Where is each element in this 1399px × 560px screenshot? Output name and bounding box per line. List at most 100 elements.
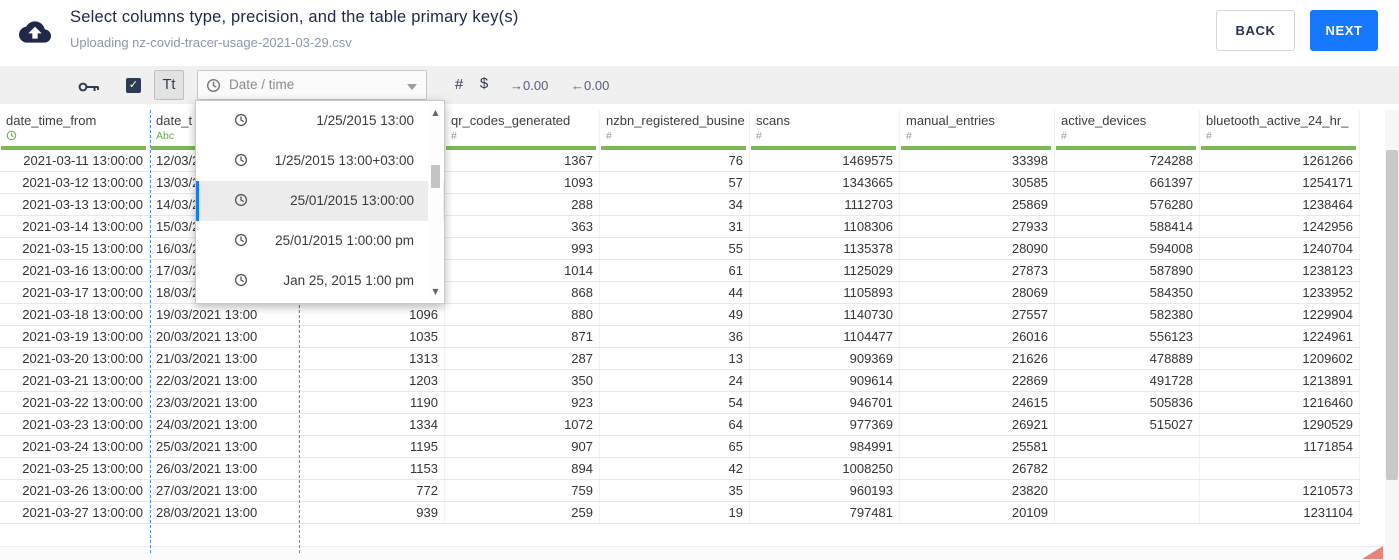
cell: 1008250 xyxy=(750,458,900,479)
cell: 28/03/2021 13:00 xyxy=(150,502,299,523)
format-option[interactable]: 1/25/2015 13:00 xyxy=(196,101,444,141)
dropdown-scrollbar-thumb[interactable] xyxy=(431,165,440,188)
column-header[interactable]: manual_entries # xyxy=(900,110,1055,150)
cell: 907 xyxy=(445,436,600,457)
column-type-select[interactable]: Date / time xyxy=(197,70,427,100)
column-header[interactable]: nzbn_registered_busine # xyxy=(600,110,750,150)
vertical-scrollbar-thumb[interactable] xyxy=(1386,150,1398,480)
cell: 1035 xyxy=(299,326,445,347)
cell: 1190 xyxy=(299,392,445,413)
column-type-marker: # xyxy=(1061,130,1067,142)
format-option[interactable]: 25/01/2015 1:00:00 pm xyxy=(196,221,444,261)
cell: 2021-03-19 13:00:00 xyxy=(0,326,150,347)
cell: 36 xyxy=(600,326,750,347)
cell: 2021-03-20 13:00:00 xyxy=(0,348,150,369)
cell: 977369 xyxy=(750,414,900,435)
column-header[interactable]: date_time_from xyxy=(0,110,150,150)
cell: 1195 xyxy=(299,436,445,457)
scroll-down-icon[interactable]: ▼ xyxy=(428,287,443,296)
cell: 909369 xyxy=(750,348,900,369)
cell: 1093 xyxy=(445,172,600,193)
cell: 31 xyxy=(600,216,750,237)
column-name: active_devices xyxy=(1061,113,1147,128)
column-header[interactable]: active_devices # xyxy=(1055,110,1200,150)
format-option-label: 25/01/2015 1:00:00 pm xyxy=(275,233,414,248)
cell: 25869 xyxy=(900,194,1055,215)
column-name: date_time_from xyxy=(6,113,97,128)
cell: 64 xyxy=(600,414,750,435)
corner-flag-icon xyxy=(1362,546,1383,559)
number-type-button[interactable]: # xyxy=(450,76,468,93)
clock-icon xyxy=(234,233,248,252)
cell: 1254171 xyxy=(1200,172,1360,193)
text-type-button[interactable]: Tt xyxy=(154,70,184,100)
column-type-marker: # xyxy=(756,130,762,142)
cell xyxy=(1055,458,1200,479)
cell: 1014 xyxy=(445,260,600,281)
dropdown-scrollbar: ▲ ▼ xyxy=(428,102,443,302)
decrease-precision-button[interactable]: ←0.00 xyxy=(571,78,609,93)
cell: 363 xyxy=(445,216,600,237)
date-format-list: 1/25/2015 13:00 1/25/2015 13:00+03:00 25/0… xyxy=(196,101,444,301)
cell: 772 xyxy=(299,480,445,501)
format-option[interactable]: 1/25/2015 13:00+03:00 xyxy=(196,141,444,181)
table-row: 2021-03-26 13:00:00 27/03/2021 13:00 772 75… xyxy=(0,480,1360,502)
cell: 939 xyxy=(299,502,445,523)
format-option-label: 1/25/2015 13:00 xyxy=(316,113,414,128)
cell: 23/03/2021 13:00 xyxy=(150,392,299,413)
include-column-checkbox[interactable] xyxy=(126,78,141,93)
next-button[interactable]: NEXT xyxy=(1310,10,1378,51)
cell: 27/03/2021 13:00 xyxy=(150,480,299,501)
cell: 1108306 xyxy=(750,216,900,237)
column-header[interactable]: bluetooth_active_24_hr_ # xyxy=(1200,110,1360,150)
cell: 984991 xyxy=(750,436,900,457)
cell: 588414 xyxy=(1055,216,1200,237)
cell: 20/03/2021 13:00 xyxy=(150,326,299,347)
cell: 20109 xyxy=(900,502,1055,523)
cell: 27933 xyxy=(900,216,1055,237)
cell: 2021-03-23 13:00:00 xyxy=(0,414,150,435)
column-header[interactable]: scans # xyxy=(750,110,900,150)
import-wizard-window: Select columns type, precision, and the … xyxy=(0,0,1399,560)
cell: 22869 xyxy=(900,370,1055,391)
column-name: nzbn_registered_busine xyxy=(606,113,745,128)
column-header[interactable]: qr_codes_generated # xyxy=(445,110,600,150)
scroll-up-icon[interactable]: ▲ xyxy=(428,108,443,117)
cell: 21626 xyxy=(900,348,1055,369)
cell: 26782 xyxy=(900,458,1055,479)
clock-icon xyxy=(234,153,248,172)
cell: 13 xyxy=(600,348,750,369)
cell: 19/03/2021 13:00 xyxy=(150,304,299,325)
cell: 2021-03-22 13:00:00 xyxy=(0,392,150,413)
cell: 2021-03-15 13:00:00 xyxy=(0,238,150,259)
cell: 2021-03-11 13:00:00 xyxy=(0,150,150,171)
cell: 2021-03-27 13:00:00 xyxy=(0,502,150,523)
cell xyxy=(1055,502,1200,523)
cell: 2021-03-21 13:00:00 xyxy=(0,370,150,391)
increase-precision-button[interactable]: →0.00 xyxy=(510,78,548,93)
cell: 1224961 xyxy=(1200,326,1360,347)
cell: 1153 xyxy=(299,458,445,479)
chevron-down-icon xyxy=(407,84,417,90)
format-option[interactable]: 25/01/2015 13:00:00 xyxy=(196,181,444,221)
cell: 1240704 xyxy=(1200,238,1360,259)
page-title: Select columns type, precision, and the … xyxy=(70,8,519,26)
cell: 556123 xyxy=(1055,326,1200,347)
back-button[interactable]: BACK xyxy=(1216,10,1295,51)
cell: 1229904 xyxy=(1200,304,1360,325)
column-type-marker: # xyxy=(606,130,612,142)
cell xyxy=(1200,458,1360,479)
horizontal-scrollbar[interactable] xyxy=(0,546,1385,560)
clock-icon xyxy=(206,78,221,98)
format-option[interactable]: Jan 25, 2015 1:00 pm xyxy=(196,261,444,301)
cell: 23820 xyxy=(900,480,1055,501)
column-type-marker xyxy=(6,130,149,144)
primary-key-icon[interactable] xyxy=(78,80,100,98)
format-option-label: Jan 25, 2015 1:00 pm xyxy=(283,273,414,288)
table-row: 2021-03-18 13:00:00 19/03/2021 13:00 1096 8… xyxy=(0,304,1360,326)
cell: 28090 xyxy=(900,238,1055,259)
cell: 350 xyxy=(445,370,600,391)
cell: 26921 xyxy=(900,414,1055,435)
currency-type-button[interactable]: $ xyxy=(477,75,491,92)
cell: 587890 xyxy=(1055,260,1200,281)
